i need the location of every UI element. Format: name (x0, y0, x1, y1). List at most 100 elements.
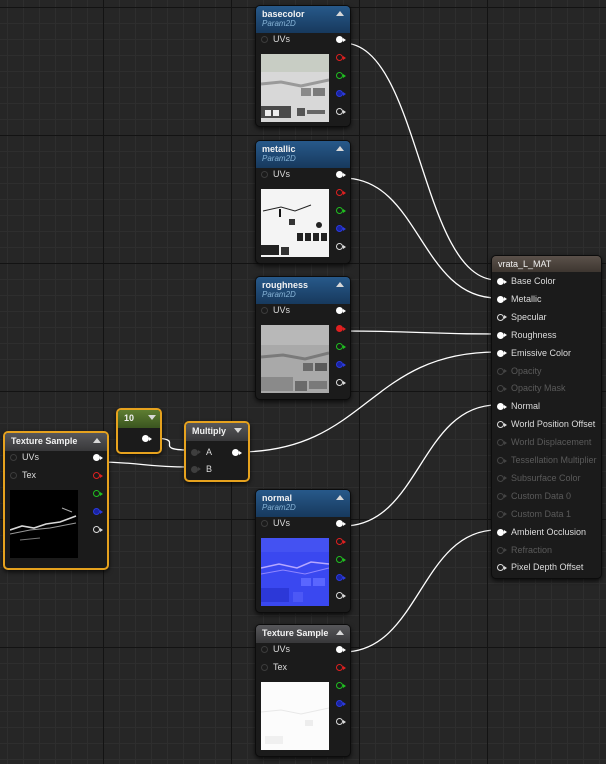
node-title: basecolor (262, 9, 305, 19)
world-displacement-label: World Displacement (511, 437, 592, 448)
world-position-offset-input-pin[interactable] (497, 421, 507, 429)
wire-ao[interactable] (342, 529, 498, 653)
base-color-input-pin[interactable] (497, 278, 507, 285)
collapse-arrow-icon[interactable] (336, 11, 344, 16)
pixel-depth-offset-input-pin[interactable] (497, 564, 507, 572)
material-result-node[interactable]: vrata_L_MAT Base Color Metallic Specular Rou… (491, 255, 602, 579)
texture-sample-bottom-node[interactable]: Texture Sample UVs Tex (255, 624, 351, 757)
uvs-input-pin[interactable] (261, 307, 268, 314)
wire-metallic[interactable] (342, 177, 498, 299)
wire-basecolor[interactable] (342, 42, 498, 281)
collapse-arrow-icon[interactable] (336, 282, 344, 287)
specular-input-pin[interactable] (497, 313, 507, 321)
rgba-output-pin[interactable] (336, 520, 346, 527)
r-output-pin[interactable] (336, 538, 346, 545)
rgba-output-pin[interactable] (336, 307, 346, 314)
multiply-output-pin[interactable] (232, 449, 242, 456)
normal-texture-node[interactable]: normal Param2D UVs (255, 489, 351, 613)
a-output-pin[interactable] (93, 526, 103, 533)
g-output-pin[interactable] (93, 490, 103, 497)
subsurface-color-input-pin (497, 474, 507, 482)
constant-node-header[interactable]: 10 (118, 410, 160, 428)
basecolor-texture-node[interactable]: basecolor Param2D UVs (255, 5, 351, 127)
b-output-pin[interactable] (336, 90, 346, 97)
r-output-pin[interactable] (336, 54, 346, 61)
node-title: roughness (262, 280, 309, 290)
g-output-pin[interactable] (336, 556, 346, 563)
texture-sample-left-node-header[interactable]: Texture Sample (5, 433, 107, 451)
texture-sample-bottom-node-header[interactable]: Texture Sample (256, 625, 350, 643)
uvs-label: UVs (22, 452, 40, 462)
multiply-node[interactable]: Multiply A B (184, 421, 250, 482)
a-input-pin[interactable] (191, 449, 201, 456)
g-output-pin[interactable] (336, 72, 346, 79)
r-output-pin[interactable] (336, 325, 346, 332)
texture-sample-left-node[interactable]: Texture Sample UVs Tex (3, 431, 109, 570)
multiply-node-header[interactable]: Multiply (186, 423, 248, 441)
rgba-output-pin[interactable] (336, 36, 346, 43)
g-output-pin[interactable] (336, 207, 346, 214)
rgba-output-pin[interactable] (336, 171, 346, 178)
node-title: normal (262, 493, 293, 503)
normal-input-pin[interactable] (497, 403, 507, 411)
specular-label: Specular (511, 311, 547, 322)
b-label: B (206, 464, 213, 474)
a-output-pin[interactable] (336, 379, 346, 386)
a-output-pin[interactable] (336, 592, 346, 599)
uvs-input-pin[interactable] (261, 36, 268, 43)
roughness-texture-node[interactable]: roughness Param2D UVs (255, 276, 351, 400)
tex-input-pin[interactable] (10, 472, 17, 479)
roughness-input-pin[interactable] (497, 331, 507, 339)
a-output-pin[interactable] (336, 718, 346, 725)
node-subtitle: Param2D (262, 19, 296, 28)
uvs-input-pin[interactable] (261, 520, 268, 527)
material-node-header[interactable]: vrata_L_MAT (492, 256, 601, 272)
collapse-arrow-icon[interactable] (336, 495, 344, 500)
r-output-pin[interactable] (336, 664, 346, 671)
uvs-label: UVs (273, 518, 291, 528)
uvs-input-pin[interactable] (10, 454, 17, 461)
refraction-label: Refraction (511, 544, 553, 555)
metallic-texture-node[interactable]: metallic Param2D UVs (255, 140, 351, 264)
uvs-label: UVs (273, 644, 291, 654)
b-output-pin[interactable] (336, 225, 346, 232)
wire-texture-b[interactable] (94, 461, 190, 468)
world-position-offset-label: World Position Offset (511, 419, 596, 430)
rgba-output-pin[interactable] (336, 646, 346, 653)
b-output-pin[interactable] (93, 508, 103, 515)
b-input-pin[interactable] (191, 466, 201, 473)
material-graph-canvas[interactable]: basecolor Param2D UVs metallic Param2D UVs r… (0, 0, 606, 764)
g-output-pin[interactable] (336, 682, 346, 689)
uvs-input-pin[interactable] (261, 646, 268, 653)
a-output-pin[interactable] (336, 108, 346, 115)
roughness-texture-node-header[interactable]: roughness Param2D (256, 277, 350, 304)
collapse-arrow-icon[interactable] (336, 146, 344, 151)
base-color-label: Base Color (511, 276, 556, 286)
wire-normal[interactable] (342, 404, 498, 527)
b-output-pin[interactable] (336, 361, 346, 368)
normal-texture-node-header[interactable]: normal Param2D (256, 490, 350, 517)
ambient-occlusion-input-pin[interactable] (497, 528, 507, 536)
collapse-arrow-icon[interactable] (234, 428, 242, 433)
rgba-output-pin[interactable] (93, 454, 103, 461)
constant-node[interactable]: 10 (116, 408, 162, 454)
texture-preview-thumbnail (261, 189, 329, 257)
metallic-texture-node-header[interactable]: metallic Param2D (256, 141, 350, 168)
constant-output-pin[interactable] (142, 435, 152, 442)
r-output-pin[interactable] (93, 472, 103, 479)
collapse-arrow-icon[interactable] (336, 630, 344, 635)
metallic-input-pin[interactable] (497, 295, 507, 303)
b-output-pin[interactable] (336, 700, 346, 707)
basecolor-texture-node-header[interactable]: basecolor Param2D (256, 6, 350, 33)
collapse-arrow-icon[interactable] (148, 415, 156, 420)
g-output-pin[interactable] (336, 343, 346, 350)
collapse-arrow-icon[interactable] (93, 438, 101, 443)
uvs-input-pin[interactable] (261, 171, 268, 178)
wire-roughness[interactable] (342, 330, 498, 335)
b-output-pin[interactable] (336, 574, 346, 581)
tex-input-pin[interactable] (261, 664, 268, 671)
node-title: Texture Sample (262, 628, 329, 638)
emissive-color-input-pin[interactable] (497, 349, 507, 357)
a-output-pin[interactable] (336, 243, 346, 250)
r-output-pin[interactable] (336, 189, 346, 196)
